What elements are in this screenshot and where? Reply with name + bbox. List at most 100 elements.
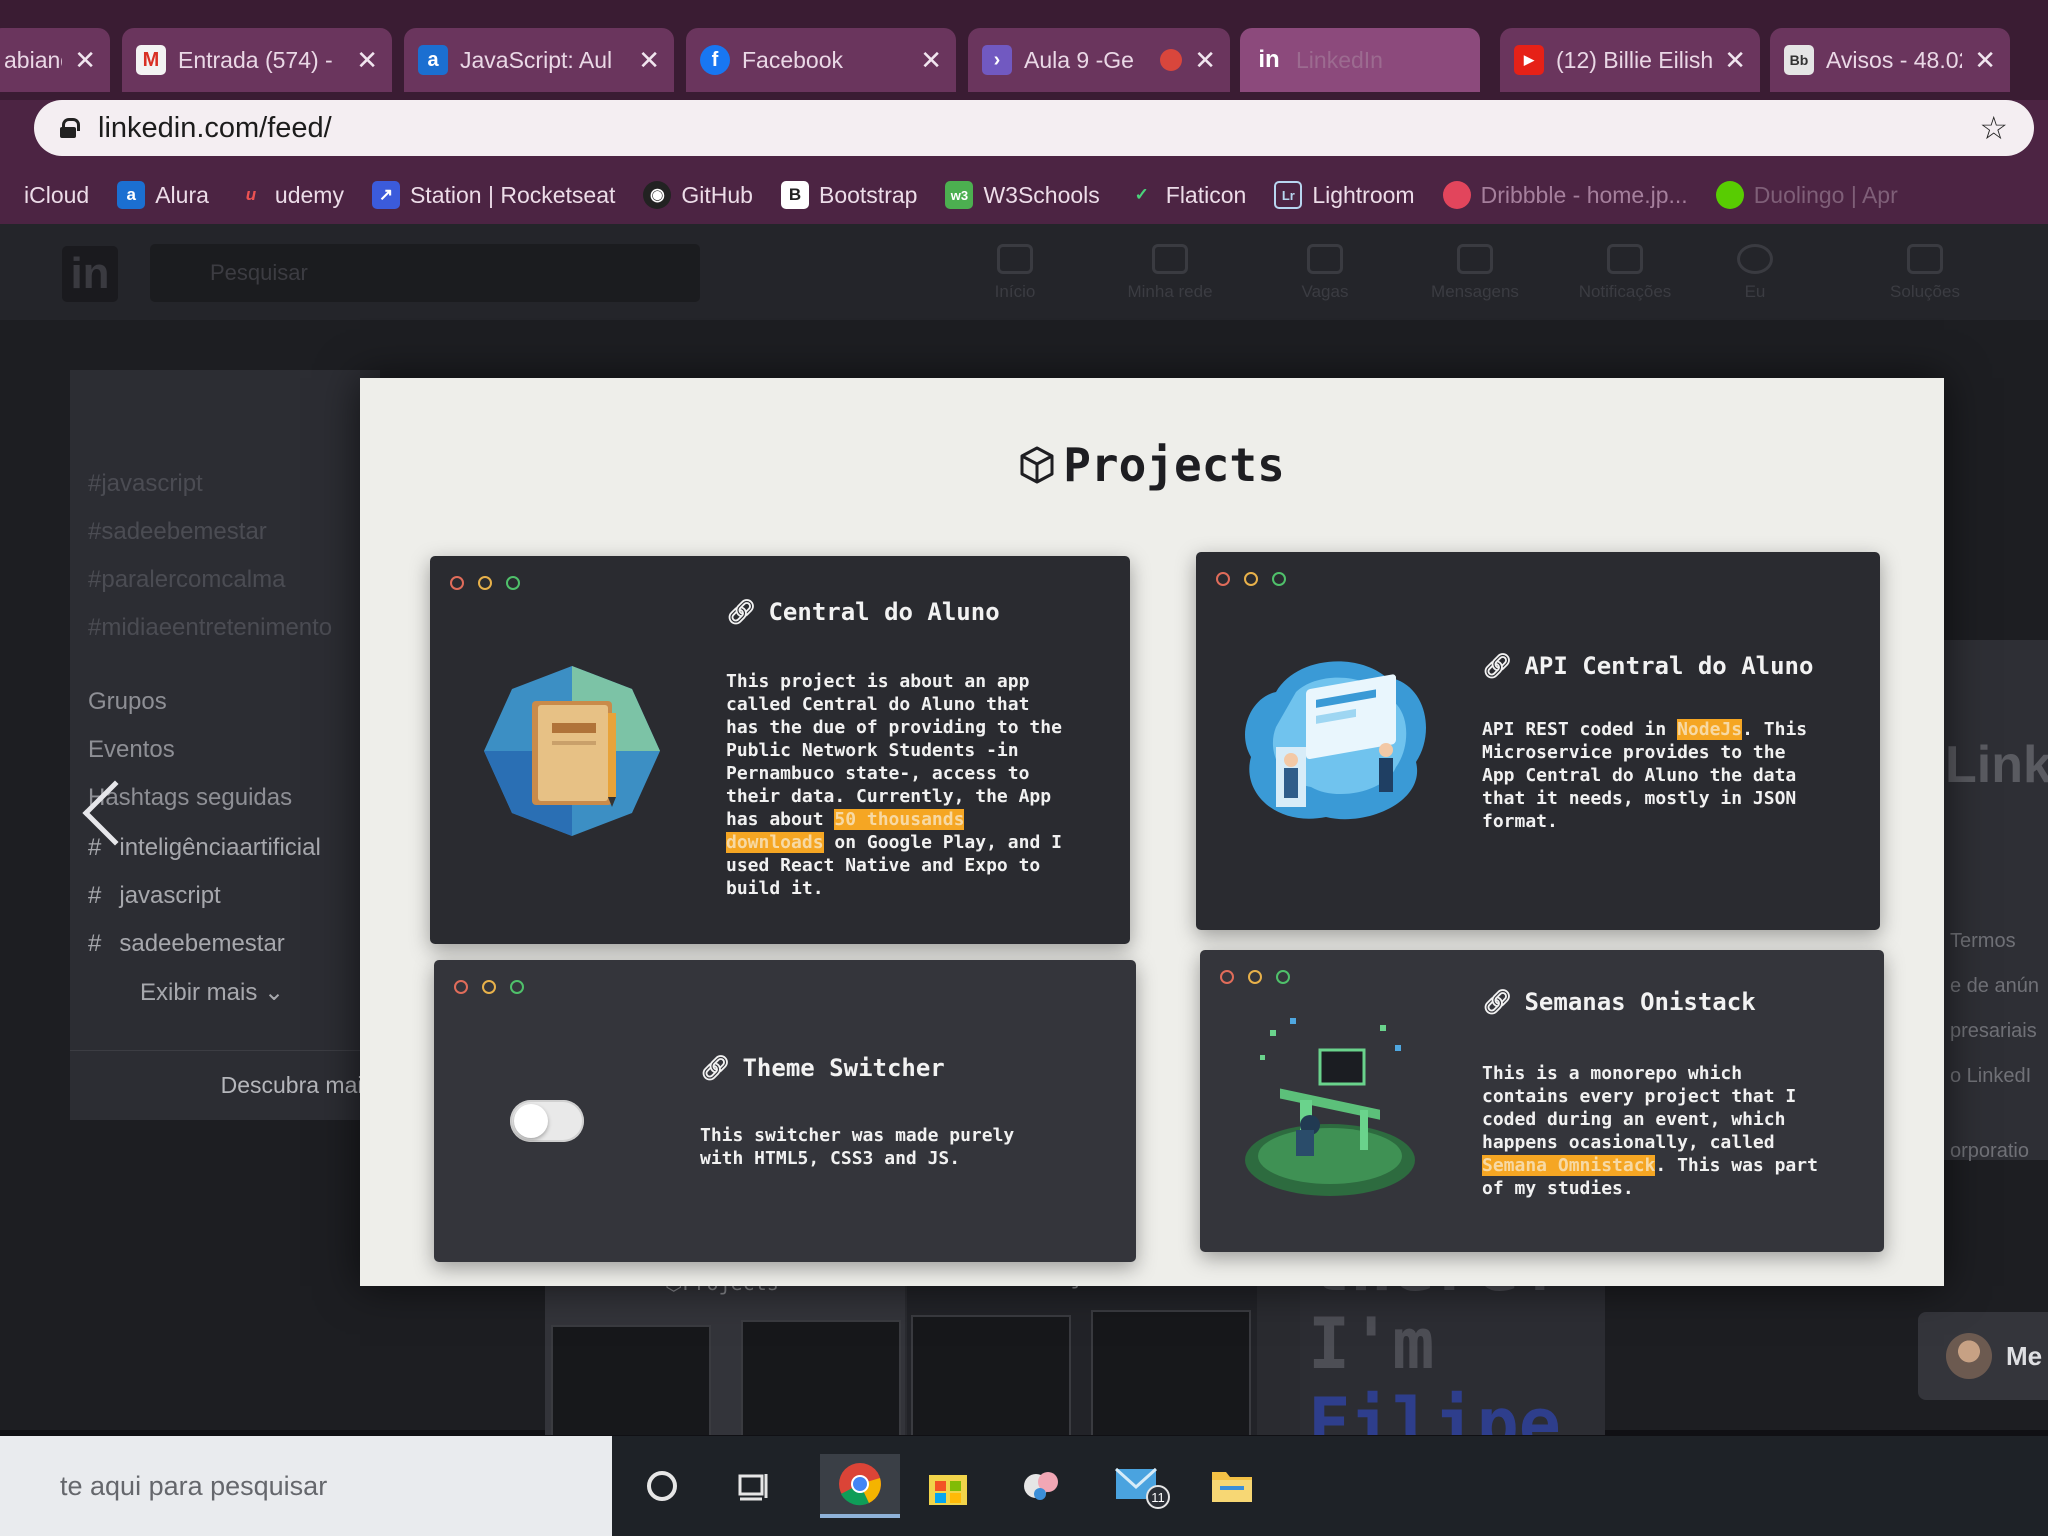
sidebar-events-link[interactable]: Eventos — [88, 736, 175, 764]
close-icon[interactable]: ✕ — [638, 45, 660, 76]
linkedin-ad-text: Link — [1945, 736, 2048, 794]
message-icon — [1457, 244, 1493, 274]
alura-icon: a — [117, 181, 146, 209]
bookmark-item[interactable]: ◉ GitHub — [643, 181, 753, 209]
store-icon[interactable] — [916, 1454, 980, 1518]
browser-tab[interactable]: M Entrada (574) - ✕ — [122, 28, 392, 92]
snipping-tool-icon[interactable] — [1010, 1454, 1074, 1518]
modal-title-text: Projects — [1063, 438, 1285, 492]
close-icon[interactable]: ✕ — [1194, 45, 1216, 76]
nav-item-solutions[interactable]: Soluções — [1860, 244, 1990, 302]
thumbnail-card — [741, 1320, 901, 1435]
bookmark-label: GitHub — [681, 181, 753, 208]
nav-item-notifications[interactable]: Notificações — [1560, 244, 1690, 302]
udemy-icon: u — [245, 185, 257, 204]
task-view-icon[interactable] — [722, 1454, 786, 1518]
browser-tab[interactable]: abiand ✕ — [0, 28, 110, 92]
close-icon[interactable]: ✕ — [1724, 45, 1746, 76]
bb-icon: Bb — [1784, 45, 1814, 75]
project-card-semanas-onistack[interactable]: 🔗︎ Semanas Onistack This is a monorepo wh… — [1200, 950, 1884, 1252]
github-icon: ◉ — [643, 181, 672, 209]
mail-icon[interactable]: 11 — [1110, 1454, 1174, 1518]
bookmark-item[interactable]: ✓ Flaticon — [1128, 181, 1247, 209]
nav-item-me[interactable]: Eu — [1710, 244, 1800, 302]
dot-icon — [454, 980, 468, 994]
sidebar-hashtag-item[interactable]: # inteligênciaartificial — [88, 834, 321, 862]
carousel-thumbnail[interactable]: ⬡Projects — [545, 1265, 905, 1435]
bookmark-item[interactable]: ↗ Station | Rocketseat — [371, 181, 616, 209]
bookmark-label: Station | Rocketseat — [409, 181, 616, 208]
browser-tab-active[interactable]: in LinkedIn — [1240, 28, 1480, 92]
nav-item-network[interactable]: Minha rede — [1105, 244, 1235, 302]
footer-link[interactable]: presariais — [1950, 1020, 2037, 1043]
tab-label: LinkedIn — [1296, 46, 1383, 73]
browser-tab[interactable]: ▶ (12) Billie Eilish ✕ — [1500, 28, 1760, 92]
sidebar-groups-link[interactable]: Grupos — [88, 688, 167, 716]
linkedin-logo-icon[interactable]: in — [62, 246, 118, 302]
bookmark-item[interactable]: u udemy — [237, 181, 344, 209]
close-icon[interactable]: ✕ — [920, 45, 942, 76]
url-text[interactable]: linkedin.com/feed/ — [98, 112, 1957, 145]
footer-link[interactable]: o LinkedI — [1950, 1065, 2031, 1088]
card-title[interactable]: 🔗︎ Semanas Onistack — [1482, 988, 1756, 1016]
nav-label: Mensagens — [1431, 282, 1519, 301]
sidebar-hashtag-item[interactable]: # javascript — [88, 882, 221, 910]
chrome-icon[interactable] — [820, 1454, 900, 1518]
cortana-icon[interactable] — [630, 1454, 694, 1518]
browser-tab[interactable]: › Aula 9 -Ge ✕ — [968, 28, 1230, 92]
project-card-theme-switcher[interactable]: 🔗︎ Theme Switcher This switcher was made … — [434, 960, 1136, 1262]
browser-tab[interactable]: f Facebook ✕ — [686, 28, 956, 92]
linkedin-search-input[interactable]: Pesquisar — [150, 244, 700, 302]
folder-icon[interactable] — [1200, 1454, 1264, 1518]
address-bar[interactable]: linkedin.com/feed/ ☆ — [34, 100, 2034, 156]
show-more-button[interactable]: Exibir mais ⌄ — [140, 978, 284, 1007]
bookmark-item[interactable]: a Alura — [117, 181, 209, 209]
nav-item-messages[interactable]: Mensagens — [1410, 244, 1540, 302]
footer-link[interactable]: orporatio — [1950, 1140, 2029, 1163]
taskbar-search-input[interactable]: te aqui para pesquisar — [0, 1436, 612, 1536]
footer-link[interactable]: Termos — [1950, 930, 2016, 953]
nav-item-home[interactable]: Início — [950, 244, 1080, 302]
sidebar-recent-item[interactable]: #sadeebemestar — [88, 518, 267, 546]
bookmark-item[interactable]: w3 W3Schools — [945, 181, 1100, 209]
tab-label: JavaScript: Aul — [460, 46, 613, 73]
home-icon — [997, 244, 1033, 274]
project-card-central-do-aluno[interactable]: 🔗︎ Central do Aluno This project is about… — [430, 556, 1130, 944]
bookmark-label: Flaticon — [1165, 181, 1247, 208]
close-icon[interactable]: ✕ — [1974, 45, 1996, 76]
bookmark-item[interactable]: Lr Lightroom — [1274, 181, 1415, 209]
card-title[interactable]: 🔗︎ API Central do Aluno — [1482, 652, 1813, 680]
carousel-thumbnail[interactable]: there! I'm Filipe — [1300, 1265, 1605, 1435]
card-title[interactable]: 🔗︎ Theme Switcher — [700, 1054, 945, 1082]
carousel-thumbnail[interactable]: ⬡Projects — [907, 1265, 1257, 1435]
workstation-illustration — [1245, 1018, 1415, 1196]
sidebar-hashtag-item[interactable]: # sadeebemestar — [88, 930, 285, 958]
card-title[interactable]: 🔗︎ Central do Aluno — [726, 598, 1000, 626]
bookmark-item[interactable]: iCloud — [24, 182, 89, 209]
bookmark-item[interactable]: Duolingo | Apr — [1715, 181, 1898, 209]
toggle-switch[interactable] — [510, 1100, 584, 1142]
nav-label: Notificações — [1578, 282, 1672, 301]
sidebar-recent-item[interactable]: #paralercomcalma — [88, 566, 285, 594]
browser-tab[interactable]: Bb Avisos - 48.02 ✕ — [1770, 28, 2010, 92]
footer-link[interactable]: e de anún — [1950, 975, 2039, 998]
highlight-text: 50 thousands — [834, 809, 965, 830]
thumbnail-card — [551, 1325, 711, 1435]
hashtag-label: sadeebemestar — [119, 930, 285, 957]
modal-title: Projects — [360, 438, 1944, 492]
star-icon[interactable]: ☆ — [1979, 109, 2008, 147]
bookmark-item[interactable]: Dribbble - home.jp... — [1442, 181, 1688, 209]
card-title-text: Theme Switcher — [742, 1054, 945, 1082]
close-icon[interactable]: ✕ — [74, 45, 96, 76]
dot-icon — [1220, 970, 1234, 984]
messaging-button[interactable]: Me — [1918, 1312, 2048, 1400]
people-icon — [1152, 244, 1188, 274]
browser-tab[interactable]: a JavaScript: Aul ✕ — [404, 28, 674, 92]
sidebar-recent-item[interactable]: #javascript — [88, 470, 203, 498]
discover-more-link[interactable]: Descubra mais — [70, 1050, 380, 1120]
nav-item-jobs[interactable]: Vagas — [1260, 244, 1390, 302]
sidebar-recent-item[interactable]: #midiaeentretenimento — [88, 614, 332, 642]
project-card-api-central-do-aluno[interactable]: 🔗︎ API Central do Aluno API REST coded in… — [1196, 552, 1880, 930]
bookmark-item[interactable]: B Bootstrap — [780, 181, 917, 209]
close-icon[interactable]: ✕ — [356, 45, 378, 76]
